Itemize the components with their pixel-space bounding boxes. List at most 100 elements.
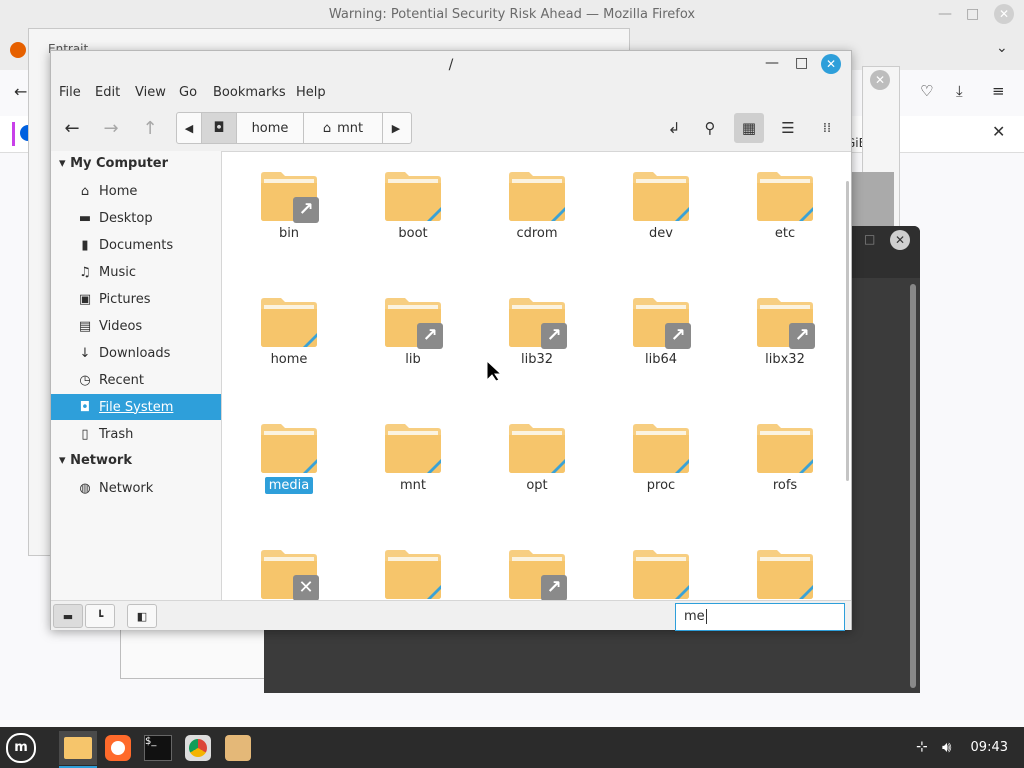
menu-file[interactable]: File [59,85,81,100]
volume-icon[interactable]: 🔊︎ [942,738,951,756]
maximize-icon[interactable]: □ [795,55,808,71]
file-item[interactable]: rofs [730,423,840,494]
breadcrumb: ◀ ◘ home ⌂ mnt ▶ [176,112,412,144]
desktop-icon: ▬ [78,210,92,226]
sidebar-item-downloads[interactable]: ↓ Downloads [51,340,221,366]
file-item[interactable] [358,549,468,600]
menu-edit[interactable]: Edit [95,85,120,100]
file-item[interactable]: media [234,423,344,494]
home-icon: ⌂ [80,183,90,199]
close-icon[interactable]: ✕ [870,70,890,90]
close-icon[interactable]: ✕ [890,230,910,250]
sidebar-item-label: Pictures [99,291,151,307]
path-segment-home[interactable]: home [237,113,304,143]
file-item[interactable]: dev [606,171,716,242]
sidebar-item-music[interactable]: ♫ Music [51,259,221,285]
menu-go[interactable]: Go [179,85,197,100]
folder-icon [633,171,689,221]
file-item[interactable]: ↗ lib64 [606,297,716,368]
firefox-icon[interactable] [101,731,135,765]
close-infobar-icon[interactable]: ✕ [992,122,1005,141]
menu-icon[interactable]: m [4,731,38,765]
pictures-icon: ▣ [78,291,92,307]
search-input[interactable]: me [675,603,845,631]
pocket-icon[interactable]: ♡ [920,82,933,100]
file-item[interactable]: ↗ lib [358,297,468,368]
path-segment-mnt[interactable]: ⌂ mnt [304,113,383,143]
sidebar-item-documents[interactable]: ▮ Documents [51,232,221,258]
file-item[interactable] [730,549,840,600]
file-item[interactable]: etc [730,171,840,242]
file-name: home [270,352,308,367]
icon-view-icon[interactable]: ▦ [734,113,764,143]
chrome-icon[interactable] [181,731,215,765]
minimize-icon[interactable]: — [938,6,952,22]
chevron-down-icon[interactable]: ⌄ [996,40,1008,56]
minimize-icon[interactable]: — [765,55,779,71]
archive-icon[interactable] [221,731,255,765]
file-item[interactable]: home [234,297,344,368]
unreadable-emblem-icon: ✕ [293,575,319,600]
sidebar-item-videos[interactable]: ▤ Videos [51,313,221,339]
forward-icon[interactable]: → [96,113,126,143]
file-item[interactable]: cdrom [482,171,592,242]
file-item[interactable]: mnt [358,423,468,494]
scrollbar[interactable] [846,181,849,481]
file-item[interactable]: ↗ [482,549,592,600]
hamburger-menu-icon[interactable]: ≡ [992,82,1005,100]
maximize-icon[interactable]: □ [864,232,875,246]
firefox-window-title: Warning: Potential Security Risk Ahead —… [328,7,696,22]
file-item[interactable] [606,549,716,600]
compact-view-icon[interactable]: ⁞⁞ [812,113,842,143]
menu-view[interactable]: View [135,85,166,100]
sidebar-item-pictures[interactable]: ▣ Pictures [51,286,221,312]
file-item[interactable]: ✕ [234,549,344,600]
terminal-icon[interactable]: $_ [141,731,175,765]
menu-help[interactable]: Help [296,85,326,100]
folder-icon [261,423,317,473]
show-places-icon[interactable]: ▬ [53,604,83,628]
file-item[interactable]: ↗ bin [234,171,344,242]
close-icon[interactable]: ✕ [994,4,1014,24]
up-icon[interactable]: ↑ [135,113,165,143]
close-icon[interactable]: ✕ [821,54,841,74]
path-left-icon[interactable]: ◀ [177,113,202,143]
download-icon[interactable]: ⤓ [956,82,963,100]
sidebar-item-desktop[interactable]: ▬ Desktop [51,205,221,231]
files-icon[interactable] [59,731,97,765]
sidebar-section-network[interactable]: ▾ Network [59,453,132,468]
file-item[interactable]: ↗ libx32 [730,297,840,368]
terminal-scrollbar[interactable] [910,284,916,688]
path-right-icon[interactable]: ▶ [383,113,409,143]
network-icon[interactable]: ⊹ [916,739,928,755]
home-icon: ⌂ [322,120,332,136]
search-icon[interactable]: ⚲ [695,113,725,143]
sidebar-item-trash[interactable]: ▯ Trash [51,421,221,447]
file-item[interactable]: proc [606,423,716,494]
file-item[interactable]: opt [482,423,592,494]
sidebar-item-file-system[interactable]: ◘ File System [51,394,221,420]
sidebar-item-recent[interactable]: ◷ Recent [51,367,221,393]
text-cursor [705,609,707,624]
list-view-icon[interactable]: ☰ [773,113,803,143]
folder-icon [757,423,813,473]
back-icon[interactable]: ← [14,82,27,101]
sidebar-section-my-computer[interactable]: ▾ My Computer [59,156,168,171]
sidebar-item-network[interactable]: ◍ Network [51,475,221,501]
file-item[interactable]: boot [358,171,468,242]
folder-icon [633,423,689,473]
network-icon: ◍ [79,480,91,496]
link-emblem-icon: ↗ [417,323,443,349]
file-item[interactable]: ↗ lib32 [482,297,592,368]
path-root[interactable]: ◘ [202,113,237,143]
folder-icon: ↗ [757,297,815,349]
menu-bookmarks[interactable]: Bookmarks [213,85,286,100]
hide-sidebar-icon[interactable]: ◧ [127,604,157,628]
maximize-icon[interactable]: □ [966,6,979,22]
show-treeview-icon[interactable]: ┗ [85,604,115,628]
back-icon[interactable]: ← [57,113,87,143]
toggle-location-icon[interactable]: ↲ [659,113,689,143]
clock[interactable]: 09:43 [971,740,1008,755]
folder-icon [757,549,813,599]
sidebar-item-home[interactable]: ⌂ Home [51,178,221,204]
